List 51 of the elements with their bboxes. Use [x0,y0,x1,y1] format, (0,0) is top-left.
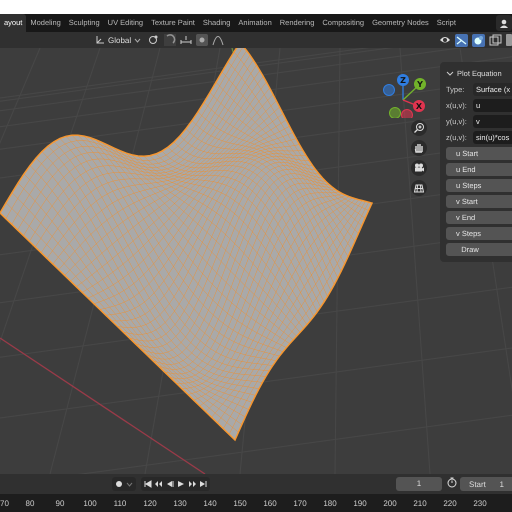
frame-number: 90 [54,498,66,508]
zoom-icon[interactable] [411,120,427,136]
frame-number: 170 [292,498,308,508]
frame-number: 190 [352,498,368,508]
axis-handle[interactable]: Y [414,78,426,90]
caret-icon [134,36,142,44]
frame-number: 140 [202,498,218,508]
jump-start-icon[interactable] [143,479,153,489]
start-frame-field[interactable]: Start 1 [460,477,512,491]
frame-number: 110 [112,498,128,508]
frame-number: 200 [382,498,398,508]
gizmo-toggle-icon[interactable] [455,34,468,46]
frame-number: 130 [172,498,188,508]
falloff-icon[interactable] [212,34,224,46]
frame-number: 220 [442,498,458,508]
axes-icon [95,35,105,45]
user-icon[interactable] [499,18,509,28]
frame-number: 230 [472,498,488,508]
record-icon[interactable] [115,480,123,488]
negative-axis-handle[interactable] [401,109,413,118]
camera-icon[interactable] [411,160,427,176]
frame-number: 180 [322,498,338,508]
negative-axis-handle[interactable] [383,84,395,96]
frame-number: 100 [82,498,98,508]
play-reverse-icon[interactable] [165,479,175,489]
frame-number: 70 [0,498,10,508]
frame-number: 210 [412,498,428,508]
hand-icon[interactable] [411,140,427,156]
snap-increment-icon[interactable] [180,34,192,46]
frame-number: 160 [262,498,278,508]
perspective-grid-icon[interactable] [411,180,427,196]
current-frame-field[interactable]: 1 [396,477,442,491]
frame-number: 80 [24,498,36,508]
axis-handle[interactable]: X [413,100,425,112]
negative-axis-handle[interactable] [389,107,401,118]
frame-number: 150 [232,498,248,508]
stopwatch-icon[interactable] [447,477,457,488]
orientation-dropdown[interactable]: Global [92,34,144,46]
overlay-toggle-icon[interactable] [472,34,485,46]
pivot-icon[interactable] [148,34,160,46]
snap-icon[interactable] [164,34,176,46]
xray-icon[interactable] [489,34,502,46]
jump-end-icon[interactable] [198,479,208,489]
proportional-edit-icon[interactable] [196,34,208,46]
caret-icon[interactable] [126,480,133,488]
axis-handle[interactable]: Z [397,74,409,86]
frame-number: 120 [142,498,158,508]
play-icon[interactable] [176,479,186,489]
navigation-gizmo[interactable]: Z Y X [381,70,431,118]
next-keyframe-icon[interactable] [187,479,197,489]
previous-keyframe-icon[interactable] [154,479,164,489]
